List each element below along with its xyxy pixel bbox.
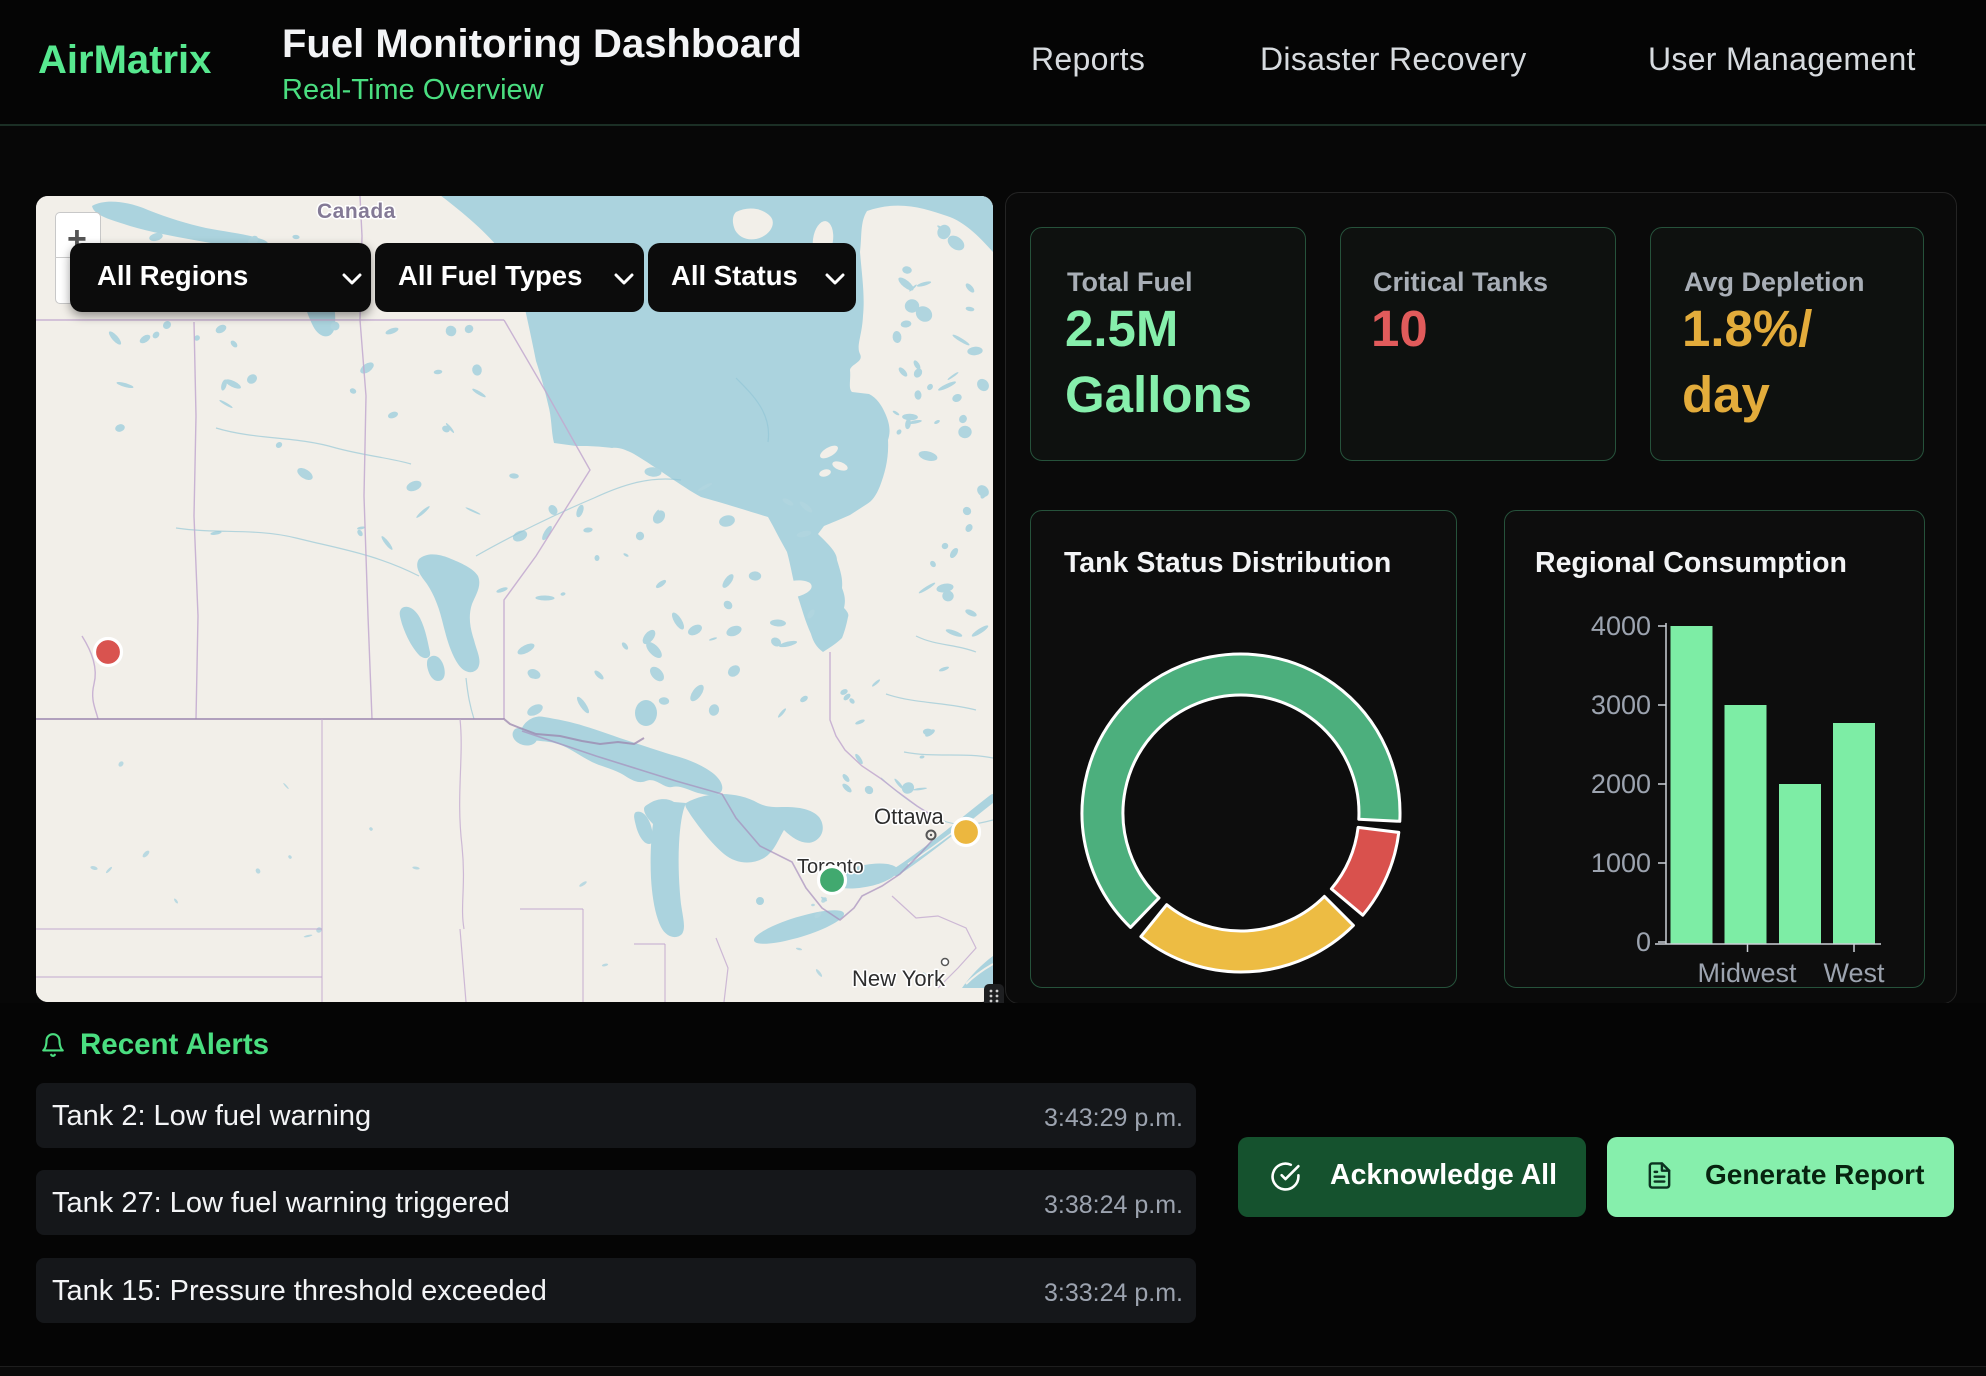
svg-text:West: West [1823, 958, 1885, 988]
svg-text:4000: 4000 [1591, 611, 1651, 641]
svg-text:2000: 2000 [1591, 769, 1651, 799]
svg-text:1000: 1000 [1591, 848, 1651, 878]
svg-text:Ottawa: Ottawa [874, 804, 944, 829]
svg-text:3000: 3000 [1591, 690, 1651, 720]
svg-text:Canada: Canada [317, 200, 396, 223]
svg-text:Midwest: Midwest [1697, 958, 1797, 988]
svg-text:New York: New York [852, 966, 946, 991]
svg-text:0: 0 [1636, 927, 1651, 957]
